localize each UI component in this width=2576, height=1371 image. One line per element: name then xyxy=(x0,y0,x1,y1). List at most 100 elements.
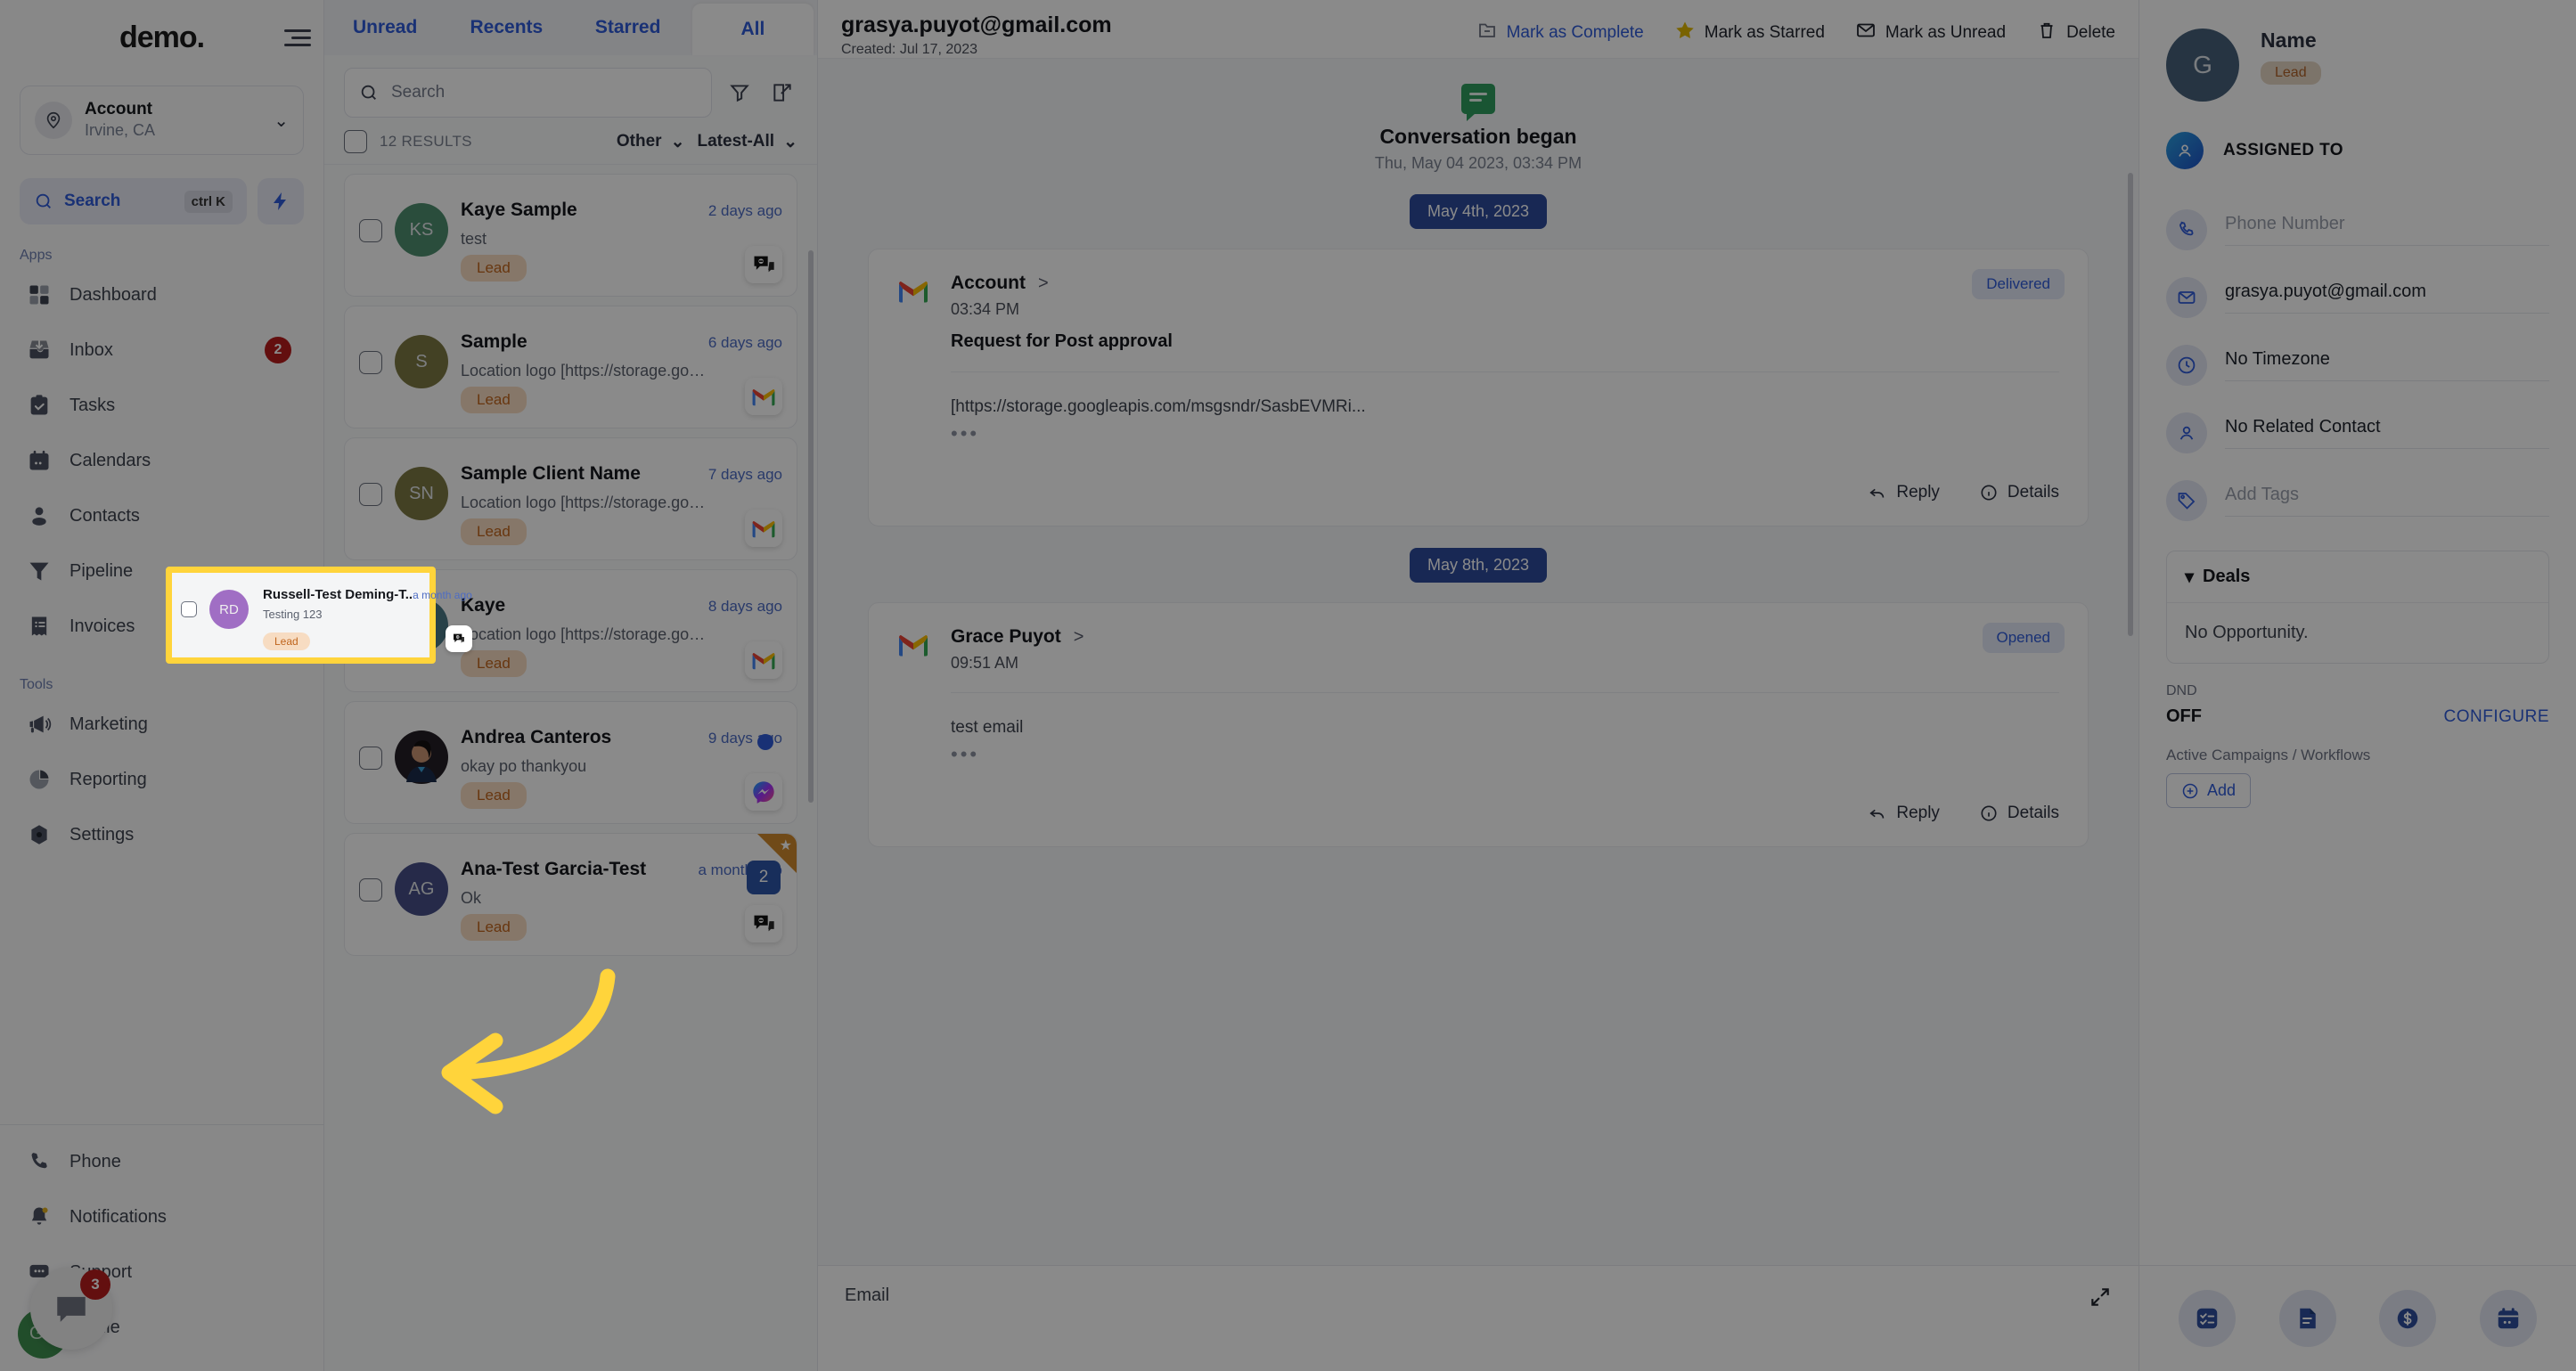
search-icon xyxy=(361,85,376,100)
reply-button[interactable]: Reply xyxy=(1868,804,1940,823)
quick-action-button[interactable] xyxy=(258,178,304,224)
contact-field-value[interactable]: No Related Contact xyxy=(2225,417,2549,449)
quick-action-dollar[interactable] xyxy=(2379,1290,2437,1347)
conversation-items[interactable]: KS Kaye Sample 2 days ago test Lead S Sample 6 … xyxy=(324,165,817,1371)
tab-all[interactable]: All xyxy=(691,4,814,55)
tab-unread[interactable]: Unread xyxy=(324,0,446,55)
contact-field-person[interactable]: No Related Contact xyxy=(2166,399,2549,467)
caret-down-icon: ▾ xyxy=(2185,567,2195,587)
sidebar-item-inbox[interactable]: Inbox 2 xyxy=(12,322,311,378)
trash-icon xyxy=(2036,20,2057,46)
quick-action-calendar[interactable] xyxy=(2479,1290,2537,1347)
person-icon xyxy=(2166,412,2207,453)
tag-icon xyxy=(2166,480,2207,521)
message-ellipsis[interactable]: ••• xyxy=(951,422,2059,445)
sidebar-item-settings[interactable]: Settings xyxy=(12,807,311,862)
sidebar-item-dashboard[interactable]: Dashboard xyxy=(12,267,311,322)
select-all-checkbox[interactable] xyxy=(344,130,367,153)
message-group: May 4th, 2023 Delivered Account > 03:34 PM Re… xyxy=(868,194,2089,526)
contact-field-phone[interactable]: Phone Number xyxy=(2166,196,2549,264)
conversation-checkbox[interactable] xyxy=(359,483,382,506)
sidebar-item-reporting[interactable]: Reporting xyxy=(12,752,311,807)
conversation-list-item[interactable]: ★ AG Ana-Test Garcia-Test a month ago Ok Lead… xyxy=(344,833,797,956)
contact-field-tag[interactable]: Add Tags xyxy=(2166,467,2549,535)
conversation-name: Ana-Test Garcia-Test xyxy=(461,859,647,879)
sidebar-item-phone[interactable]: Phone xyxy=(12,1134,311,1189)
message-ellipsis[interactable]: ••• xyxy=(951,743,2059,766)
conversation-checkbox[interactable] xyxy=(181,601,197,617)
contact-field-value[interactable]: No Timezone xyxy=(2225,349,2549,381)
reply-button[interactable]: Reply xyxy=(1868,483,1940,502)
tab-recents[interactable]: Recents xyxy=(446,0,567,55)
conversation-checkbox[interactable] xyxy=(359,219,382,242)
quick-action-task-list[interactable] xyxy=(2179,1290,2237,1347)
highlighted-conversation-row[interactable]: RD Russell-Test Deming-T.. a month ago T… xyxy=(166,567,472,664)
details-button[interactable]: Details xyxy=(1979,483,2059,502)
conversation-began: Conversation began Thu, May 04 2023, 03:… xyxy=(868,84,2089,173)
thread-scrollbar[interactable] xyxy=(2128,173,2133,636)
assigned-to-row[interactable]: ASSIGNED TO xyxy=(2139,102,2576,169)
conversation-checkbox[interactable] xyxy=(359,747,382,770)
conversation-scrollbar[interactable] xyxy=(808,250,814,803)
mark-as-starred-button[interactable]: Mark as Starred xyxy=(1674,20,1825,46)
conversation-list-item[interactable]: KS Kaye Sample 2 days ago test Lead xyxy=(344,174,797,297)
sidebar-item-marketing[interactable]: Marketing xyxy=(12,697,311,752)
support-chat-widget[interactable]: 3 xyxy=(30,1268,112,1350)
contact-field-clock[interactable]: No Timezone xyxy=(2166,331,2549,399)
details-button[interactable]: Details xyxy=(1979,804,2059,823)
quick-action-document[interactable] xyxy=(2278,1290,2336,1347)
sidebar-item-tasks[interactable]: Tasks xyxy=(12,378,311,433)
message-composer[interactable]: Email xyxy=(818,1265,2138,1371)
message-time: 03:34 PM xyxy=(951,300,1020,318)
conversation-checkbox[interactable] xyxy=(359,878,382,902)
contact-field-envelope[interactable]: grasya.puyot@gmail.com xyxy=(2166,264,2549,331)
global-search-button[interactable]: Search ctrl K xyxy=(20,178,247,224)
expand-icon[interactable] xyxy=(2089,1285,2112,1313)
sort-dropdown[interactable]: Latest-All ⌄ xyxy=(698,132,798,152)
conversation-header: grasya.puyot@gmail.com Created: Jul 17, … xyxy=(818,0,2138,59)
mark-as-complete-button[interactable]: Mark as Complete xyxy=(1476,20,1644,46)
account-switcher[interactable]: Account Irvine, CA ⌄ xyxy=(20,86,304,155)
brand-logo: demo. xyxy=(119,20,205,54)
contact-field-value[interactable]: Add Tags xyxy=(2225,485,2549,517)
conversation-list-item[interactable]: Andrea Canteros 9 days ago okay po thankyo… xyxy=(344,701,797,824)
tab-starred[interactable]: Starred xyxy=(568,0,689,55)
conversation-search-input[interactable]: Search xyxy=(344,68,712,118)
pipeline-icon xyxy=(27,559,52,583)
contact-details-panel: G Name Lead ASSIGNED TO Phone Number gras… xyxy=(2138,0,2576,1371)
message-card: Opened Grace Puyot > 09:51 AM test email ••• R… xyxy=(868,602,2089,847)
main-panel: grasya.puyot@gmail.com Created: Jul 17, … xyxy=(818,0,2138,1371)
compose-icon[interactable] xyxy=(767,78,797,108)
phone-icon xyxy=(27,1149,52,1174)
conversation-checkbox[interactable] xyxy=(359,351,382,374)
avatar xyxy=(395,730,448,784)
nav-tools-list: Marketing Reporting Settings xyxy=(0,697,323,862)
conversation-list-item[interactable]: S Sample 6 days ago Location logo [https://… xyxy=(344,306,797,428)
filter-icon[interactable] xyxy=(724,78,755,108)
mark-as-unread-button[interactable]: Mark as Unread xyxy=(1855,20,2006,46)
chevron-down-icon[interactable]: ⌄ xyxy=(274,110,289,132)
menu-toggle-icon[interactable] xyxy=(284,25,311,51)
conversation-list-pane: Unread Recents Starred All Search 12 RESULT… xyxy=(324,0,818,1371)
phone-icon xyxy=(2166,209,2207,250)
contact-tag-badge: Lead xyxy=(2261,61,2321,85)
sidebar-item-calendars[interactable]: Calendars xyxy=(12,433,311,488)
envelope-icon xyxy=(2166,277,2207,318)
conversation-tag: Lead xyxy=(461,782,527,809)
campaigns-label: Active Campaigns / Workflows xyxy=(2166,747,2371,763)
add-campaign-button[interactable]: Add xyxy=(2166,773,2252,808)
sidebar-item-contacts[interactable]: Contacts xyxy=(12,488,311,543)
sidebar-item-label: Settings xyxy=(70,824,135,845)
contact-field-value[interactable]: Phone Number xyxy=(2225,214,2549,246)
dnd-configure-link[interactable]: CONFIGURE xyxy=(2444,707,2550,727)
filter-dropdown[interactable]: Other ⌄ xyxy=(617,132,685,152)
conversation-time: 8 days ago xyxy=(707,598,782,615)
tasks-icon xyxy=(27,393,52,418)
deals-header[interactable]: ▾ Deals xyxy=(2167,551,2548,603)
contact-header: G Name Lead xyxy=(2139,0,2576,102)
contact-field-value[interactable]: grasya.puyot@gmail.com xyxy=(2225,282,2549,314)
gmail-icon xyxy=(745,510,782,547)
delete-button[interactable]: Delete xyxy=(2036,20,2115,46)
conversation-list-item[interactable]: SN Sample Client Name 7 days ago Location l… xyxy=(344,437,797,560)
sidebar-item-notifications[interactable]: Notifications xyxy=(12,1189,311,1245)
